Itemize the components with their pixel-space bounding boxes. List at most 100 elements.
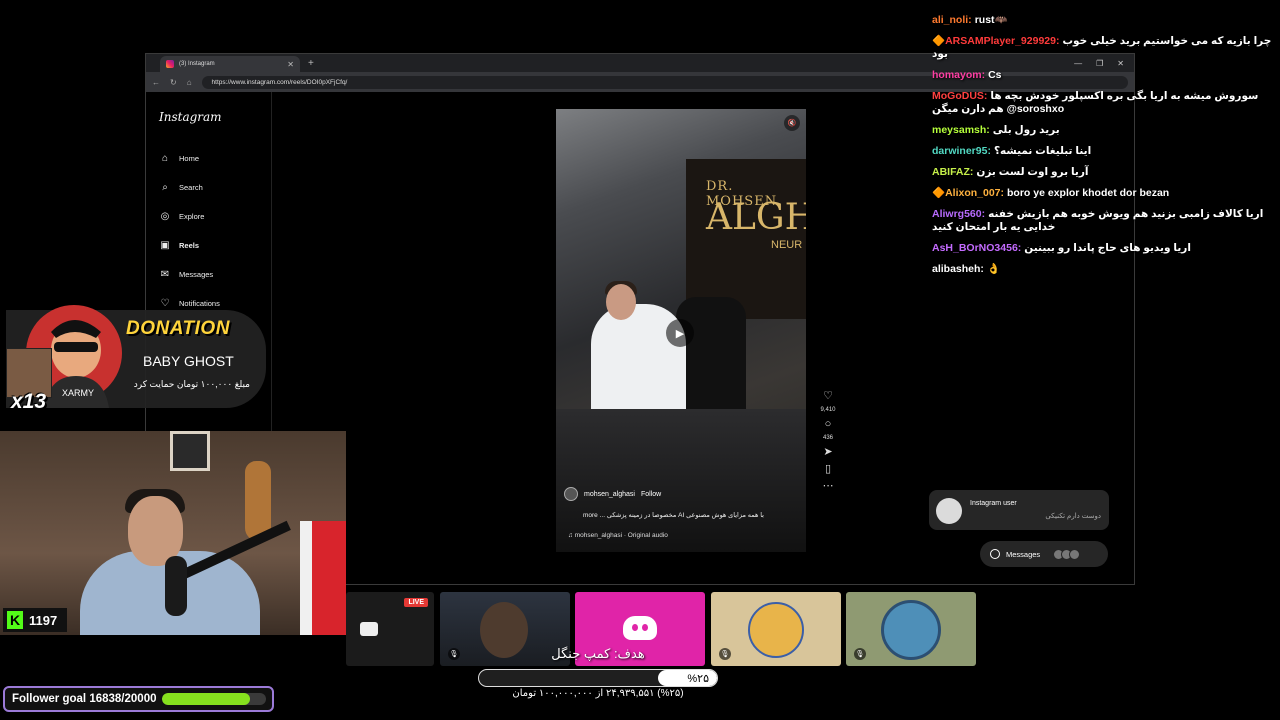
viewer-count: 1197 xyxy=(29,612,58,628)
chat-message: ali_noli: rust🦇 xyxy=(932,14,1272,27)
mic-off-icon: 🎙 xyxy=(854,648,866,660)
webcam-feed xyxy=(0,431,346,635)
messages-pill-icon xyxy=(990,549,1000,559)
chat-message: ABIFAZ: آریا برو اوت لست بزن xyxy=(932,166,1272,179)
chat-username: meysamsh: xyxy=(932,124,990,136)
nav-notifications-label: Notifications xyxy=(179,298,220,308)
chat-username: darwiner95: xyxy=(932,145,991,157)
chat-text: 👌 xyxy=(986,263,1001,275)
nav-search[interactable]: ⌕ Search xyxy=(159,181,203,193)
donation-amount: مبلغ ۱۰۰,۰۰۰ تومان حمایت کرد xyxy=(133,379,250,389)
chat-username: homayom: xyxy=(932,69,986,81)
chat-text: اینا تبلیغات نمیشه؟ xyxy=(993,145,1092,157)
messages-pill[interactable]: Messages xyxy=(980,541,1108,567)
author-name[interactable]: mohsen_alghasi xyxy=(584,491,635,498)
follower-goal: Follower goal 16838/20000 xyxy=(3,686,274,712)
home-browser-icon[interactable]: ⌂ xyxy=(187,78,192,87)
comment-count: 436 xyxy=(822,435,833,441)
nav-explore[interactable]: ◎ Explore xyxy=(159,210,205,222)
reel-sign-line2: ALGH xyxy=(706,197,806,238)
reel-person-head xyxy=(606,284,636,320)
like-icon[interactable]: ♡ xyxy=(823,390,833,402)
chat-text: boro ye explor khodet dor bezan xyxy=(1007,187,1170,199)
chat-username: ali_noli: xyxy=(932,14,972,26)
panel-participant-2: 🎙 xyxy=(711,592,841,666)
message-sender: Instagram user xyxy=(970,500,1017,507)
donation-alert: XARMY x13 DONATION BABY GHOST مبلغ ۱۰۰,۰… xyxy=(6,305,266,413)
follower-goal-label: Follower goal xyxy=(12,693,87,705)
chat-username: alibasheh: xyxy=(932,263,984,275)
like-count: 9,410 xyxy=(820,407,836,413)
nav-explore-label: Explore xyxy=(179,211,205,221)
more-icon[interactable]: ⋯ xyxy=(823,480,834,492)
kick-viewer-count: K 1197 xyxy=(3,608,67,632)
message-preview-card[interactable]: Instagram user دوست دارم تکنیکی xyxy=(929,490,1109,530)
author-avatar[interactable] xyxy=(564,487,578,501)
follower-goal-fill xyxy=(162,693,250,705)
chat-message: alibasheh: 👌 xyxy=(932,263,1272,276)
back-icon[interactable]: ← xyxy=(152,78,160,87)
goal-progress-bar: %۲۵ xyxy=(478,669,718,687)
reel-caption[interactable]: با همه مزایای هوش مصنوعی AI مخصوصا در زم… xyxy=(564,511,764,519)
svg-text:XARMY: XARMY xyxy=(62,388,94,398)
donation-title: DONATION xyxy=(126,318,230,339)
explore-icon: ◎ xyxy=(160,210,170,222)
chat-message: meysamsh: برید رول بلی xyxy=(932,124,1272,137)
reel-author[interactable]: mohsen_alghasi Follow xyxy=(564,487,661,501)
screen-share-icon xyxy=(360,622,378,636)
play-icon[interactable]: ▶ xyxy=(666,319,694,347)
follower-goal-bar xyxy=(162,693,266,705)
message-snippet: دوست دارم تکنیکی xyxy=(1045,513,1101,520)
kick-logo-icon: K xyxy=(7,611,23,629)
message-avatar xyxy=(936,498,962,524)
reel-audio[interactable]: ♫ mohsen_alghasi · Original audio xyxy=(568,532,668,539)
chat-message: MoGoDUS: سوروش میشه به اریا بگی بره اکسپل… xyxy=(932,90,1272,116)
reel-video[interactable]: DR. MOHSEN ALGH NEUR 🔇 ▶ mohsen_alghasi … xyxy=(556,109,806,552)
nav-reels[interactable]: ▣ Reels xyxy=(159,239,199,251)
comment-icon[interactable]: ○ xyxy=(825,418,832,430)
donation-multiplier: x13 xyxy=(11,390,47,413)
new-tab-button[interactable]: + xyxy=(308,58,314,69)
nav-reels-label: Reels xyxy=(179,240,200,250)
chat-text: rust🦇 xyxy=(974,14,1008,26)
instagram-logo[interactable]: Instagram xyxy=(159,110,222,124)
nav-messages[interactable]: ✉ Messages xyxy=(159,268,213,280)
follow-button[interactable]: Follow xyxy=(641,491,661,498)
messages-pill-label: Messages xyxy=(1006,549,1041,559)
reel-sign-line3: NEUR xyxy=(771,239,803,251)
search-icon: ⌕ xyxy=(162,181,168,193)
participant-2-avatar xyxy=(748,602,804,658)
mic-off-icon: 🎙 xyxy=(448,648,460,660)
nav-home-label: Home xyxy=(179,153,200,163)
chat-username: AsH_BOrNO3456: xyxy=(932,242,1022,254)
nav-notifications[interactable]: ♡ Notifications xyxy=(159,297,220,309)
live-badge: LIVE xyxy=(404,598,428,607)
goal-percent: %۲۵ xyxy=(687,673,709,685)
home-icon: ⌂ xyxy=(161,152,169,164)
reel-desk xyxy=(556,409,806,552)
mute-icon[interactable]: 🔇 xyxy=(784,115,800,131)
participant-3-avatar xyxy=(881,600,941,660)
chat-message: 🔶ARSAMPlayer_929929: چرا بازیه که می خواس… xyxy=(932,35,1272,61)
chat-message: 🔶Alixon_007: boro ye explor khodet dor be… xyxy=(932,187,1272,200)
nav-search-label: Search xyxy=(179,182,203,192)
follower-goal-text: Follower goal 16838/20000 xyxy=(12,693,156,705)
stream-scene: (3) Instagram ✕ + — ❐ ✕ ← ↻ ⌂ https://ww… xyxy=(0,0,1280,720)
save-icon[interactable]: ▯ xyxy=(825,463,831,475)
reload-icon[interactable]: ↻ xyxy=(170,78,177,87)
nav-home[interactable]: ⌂ Home xyxy=(159,152,199,164)
close-tab-icon[interactable]: ✕ xyxy=(287,60,294,69)
goal-title: هدف: کمپ جنگل xyxy=(551,646,645,661)
reels-icon: ▣ xyxy=(160,239,170,251)
chat-text: برید رول بلی xyxy=(992,124,1060,136)
share-icon[interactable]: ➤ xyxy=(823,446,832,458)
discord-icon xyxy=(623,616,657,640)
chat-text: اریا ویدیو های حاج پاندا رو ببینین xyxy=(1024,242,1191,254)
messages-pill-avatars xyxy=(1053,548,1081,560)
webcam-wall-frame xyxy=(170,431,210,471)
chat-username: Aliwrg560: xyxy=(932,208,986,220)
panel-participant-3: 🎙 xyxy=(846,592,976,666)
mic-off-icon: 🎙 xyxy=(719,648,731,660)
chat-text: Cs xyxy=(988,69,1002,81)
tab-instagram[interactable]: (3) Instagram ✕ xyxy=(160,56,300,72)
